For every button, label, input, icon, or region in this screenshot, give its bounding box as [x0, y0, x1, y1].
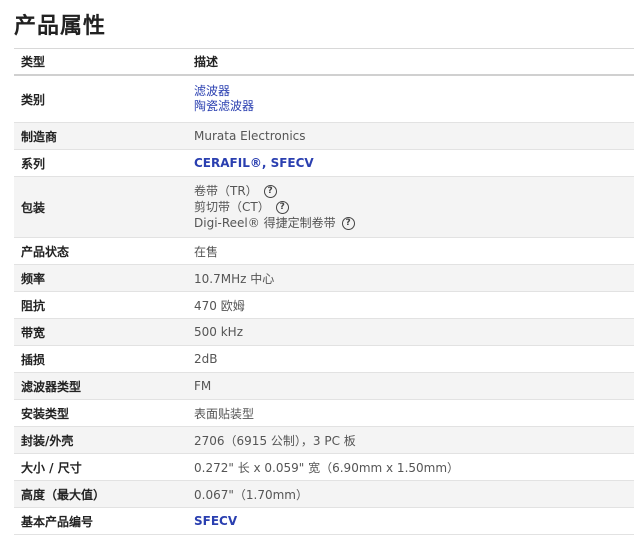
value-size: 0.272" 长 x 0.059" 宽（6.90mm x 1.50mm）	[187, 453, 634, 481]
value-status: 在售	[187, 237, 634, 265]
row-bandwidth: 带宽 500 kHz	[14, 318, 634, 346]
row-package-case: 封装/外壳 2706（6915 公制），3 PC 板	[14, 426, 634, 454]
value-frequency: 10.7MHz 中心	[187, 264, 634, 292]
row-insertion-loss: 插损 2dB	[14, 345, 634, 373]
row-base-part: 基本产品编号 SFECV	[14, 507, 634, 535]
label-series: 系列	[14, 149, 187, 177]
row-frequency: 频率 10.7MHz 中心	[14, 264, 634, 292]
value-insertion-loss: 2dB	[187, 345, 634, 373]
value-manufacturer: Murata Electronics	[187, 122, 634, 150]
page-title: 产品属性	[14, 14, 107, 39]
label-mount-type: 安装类型	[14, 399, 187, 427]
label-base-part: 基本产品编号	[14, 507, 187, 535]
value-bandwidth: 500 kHz	[187, 318, 634, 346]
header-type: 类型	[14, 48, 187, 76]
row-status: 产品状态 在售	[14, 237, 634, 265]
link-series[interactable]: CERAFIL®, SFECV	[194, 156, 314, 170]
label-bandwidth: 带宽	[14, 318, 187, 346]
row-manufacturer: 制造商 Murata Electronics	[14, 122, 634, 150]
label-filter-type: 滤波器类型	[14, 372, 187, 400]
value-height: 0.067"（1.70mm）	[187, 480, 634, 508]
packaging-ct: 剪切带（CT）	[194, 200, 270, 214]
attributes-table: 类型 描述 类别 滤波器 陶瓷滤波器 制造商 Murata Electronic…	[14, 48, 634, 535]
label-height: 高度（最大值）	[14, 480, 187, 508]
help-icon[interactable]: ?	[341, 217, 355, 230]
label-insertion-loss: 插损	[14, 345, 187, 373]
packaging-digireel: Digi-Reel® 得捷定制卷带	[194, 216, 336, 230]
label-frequency: 频率	[14, 264, 187, 292]
label-packaging: 包装	[14, 176, 187, 238]
row-filter-type: 滤波器类型 FM	[14, 372, 634, 400]
row-size: 大小 / 尺寸 0.272" 长 x 0.059" 宽（6.90mm x 1.5…	[14, 453, 634, 481]
packaging-tr: 卷带（TR）	[194, 184, 258, 198]
row-category: 类别 滤波器 陶瓷滤波器	[14, 75, 634, 123]
row-mount-type: 安装类型 表面贴装型	[14, 399, 634, 427]
row-impedance: 阻抗 470 欧姆	[14, 291, 634, 319]
link-ceramic-filters[interactable]: 陶瓷滤波器	[194, 99, 254, 113]
label-package-case: 封装/外壳	[14, 426, 187, 454]
value-impedance: 470 欧姆	[187, 291, 634, 319]
help-icon[interactable]: ?	[275, 201, 289, 214]
label-size: 大小 / 尺寸	[14, 453, 187, 481]
label-status: 产品状态	[14, 237, 187, 265]
help-icon[interactable]: ?	[263, 185, 277, 198]
value-filter-type: FM	[187, 372, 634, 400]
link-filters[interactable]: 滤波器	[194, 84, 230, 98]
value-package-case: 2706（6915 公制），3 PC 板	[187, 426, 634, 454]
row-height: 高度（最大值） 0.067"（1.70mm）	[14, 480, 634, 508]
link-base-part[interactable]: SFECV	[194, 514, 237, 528]
row-packaging: 包装 卷带（TR）? 剪切带（CT）? Digi-Reel® 得捷定制卷带?	[14, 176, 634, 238]
value-mount-type: 表面贴装型	[187, 399, 634, 427]
label-category: 类别	[14, 75, 187, 123]
label-manufacturer: 制造商	[14, 122, 187, 150]
header-description: 描述	[187, 48, 634, 76]
label-impedance: 阻抗	[14, 291, 187, 319]
table-header-row: 类型 描述	[14, 48, 634, 76]
row-series: 系列 CERAFIL®, SFECV	[14, 149, 634, 177]
